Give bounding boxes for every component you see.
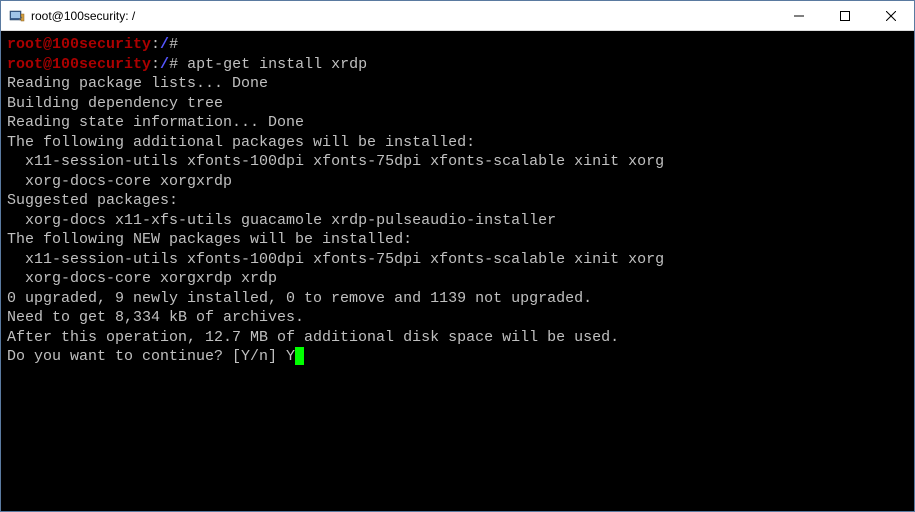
prompt-symbol: # bbox=[169, 56, 178, 73]
close-button[interactable] bbox=[868, 1, 914, 30]
prompt-colon: : bbox=[151, 56, 160, 73]
titlebar[interactable]: root@100security: / bbox=[1, 1, 914, 31]
prompt-user: root@100security bbox=[7, 56, 151, 73]
terminal-cursor bbox=[295, 347, 304, 365]
maximize-button[interactable] bbox=[822, 1, 868, 30]
putty-icon bbox=[9, 8, 25, 24]
terminal-area[interactable]: root@100security:/# root@100security:/# … bbox=[1, 31, 914, 511]
app-window: root@100security: / root@100security:/# … bbox=[0, 0, 915, 512]
user-input: Y bbox=[286, 348, 295, 365]
prompt-symbol: # bbox=[169, 36, 178, 53]
prompt-path: / bbox=[160, 56, 169, 73]
prompt-user: root@100security bbox=[7, 36, 151, 53]
terminal-output: Reading package lists... Done Building d… bbox=[7, 75, 664, 346]
command-text: apt-get install xrdp bbox=[187, 56, 367, 73]
continue-prompt: Do you want to continue? [Y/n] bbox=[7, 348, 286, 365]
minimize-button[interactable] bbox=[776, 1, 822, 30]
window-controls bbox=[776, 1, 914, 30]
prompt-path: / bbox=[160, 36, 169, 53]
prompt-colon: : bbox=[151, 36, 160, 53]
window-title: root@100security: / bbox=[31, 9, 776, 23]
